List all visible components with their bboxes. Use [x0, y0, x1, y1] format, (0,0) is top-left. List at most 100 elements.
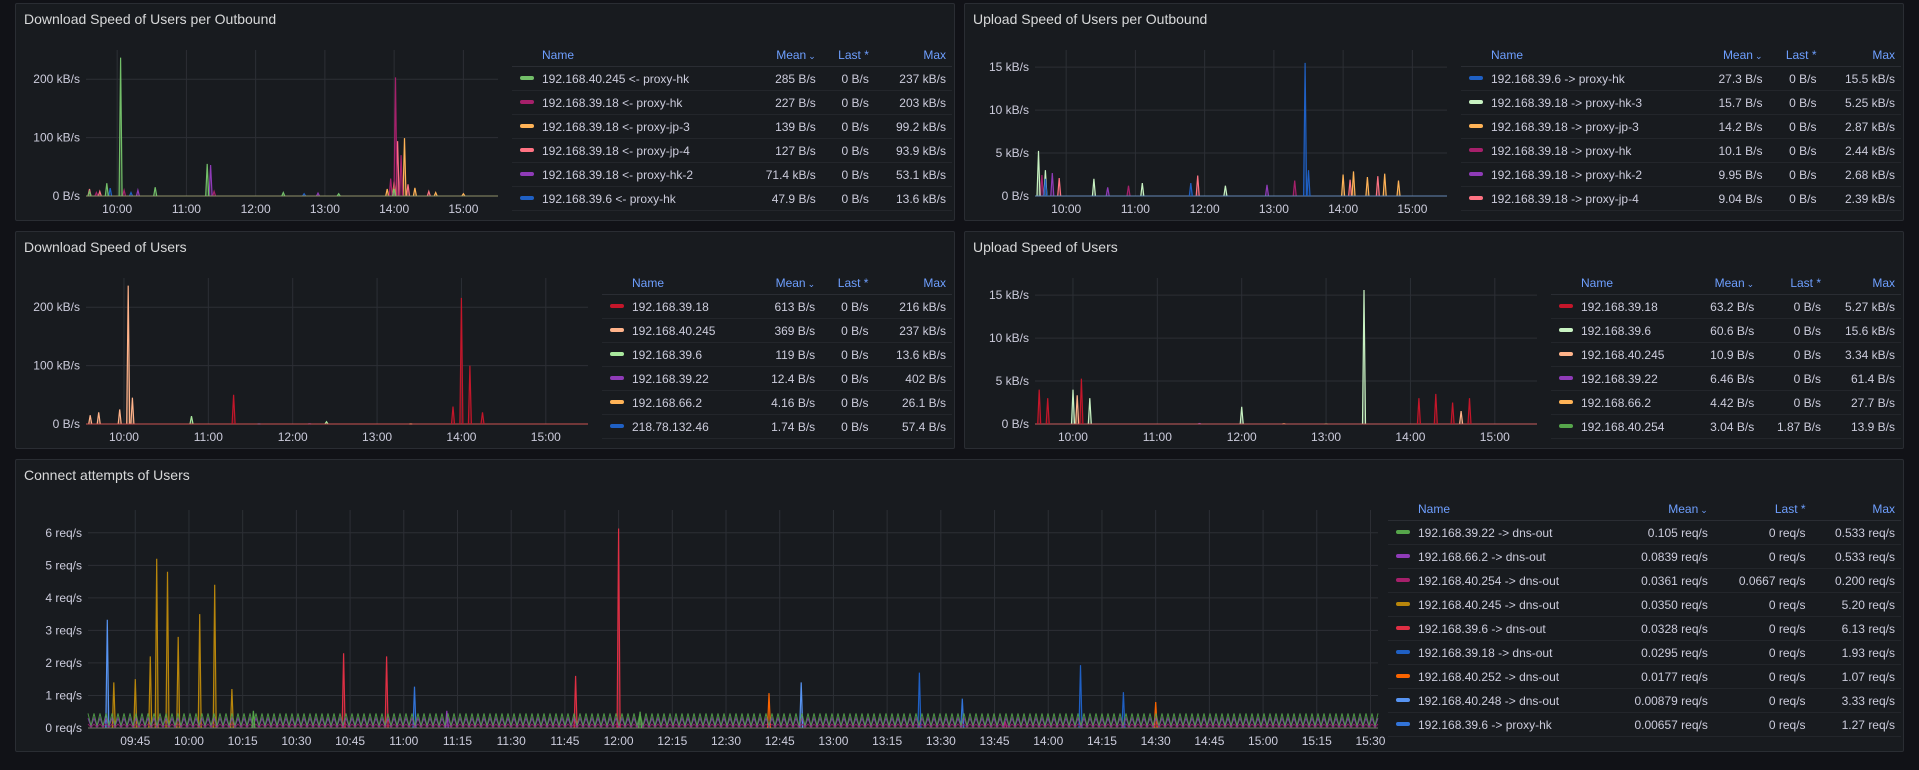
timeseries-plot[interactable]: 0 B/s 100 kB/s 200 kB/s 10:00 11:00 12:00 13:0… — [16, 268, 596, 446]
legend-column-name[interactable]: Name — [1461, 44, 1698, 67]
legend-row[interactable]: 192.168.66.2 4.42 B/s 0 B/s 27.7 B/s — [1551, 390, 1901, 415]
series-name-cell[interactable]: 192.168.39.18 <- proxy-hk — [512, 90, 745, 115]
timeseries-plot[interactable]: 0 B/s 100 kB/s 200 kB/s 10:00 11:00 12:00 13:0… — [16, 40, 506, 218]
legend-column-mean[interactable]: Mean ⌄ — [1693, 272, 1761, 295]
series-color-swatch[interactable] — [1469, 172, 1483, 177]
series-color-swatch[interactable] — [1396, 578, 1410, 583]
series-color-swatch[interactable] — [520, 100, 534, 105]
legend-column-mean[interactable]: Mean ⌄ — [1697, 44, 1769, 67]
legend-row[interactable]: 192.168.39.18 613 B/s 0 B/s 216 kB/s — [602, 294, 952, 319]
legend-column-max[interactable]: Max — [1827, 272, 1901, 295]
legend-row[interactable]: 192.168.40.245 -> dns-out 0.0350 req/s 0 r… — [1388, 592, 1901, 617]
series-color-swatch[interactable] — [1396, 554, 1410, 559]
series-name-cell[interactable]: 192.168.40.245 <- proxy-hk — [512, 66, 745, 91]
series-color-swatch[interactable] — [520, 148, 534, 153]
series-color-swatch[interactable] — [1469, 76, 1483, 81]
series-name-cell[interactable]: 192.168.39.6 -> proxy-hk — [1388, 712, 1608, 737]
series-color-swatch[interactable] — [1559, 304, 1573, 309]
panel-title[interactable]: Upload Speed of Users per Outbound — [973, 11, 1207, 27]
legend-row[interactable]: 192.168.39.18 -> proxy-hk 10.1 B/s 0 B/s 2.… — [1461, 138, 1901, 163]
series-name-cell[interactable]: 192.168.40.248 -> dns-out — [1388, 688, 1608, 713]
series-color-swatch[interactable] — [1469, 124, 1483, 129]
series-name-cell[interactable]: 192.168.40.245 — [1551, 342, 1694, 367]
legend-column-name[interactable]: Name — [1388, 498, 1608, 521]
series-name-cell[interactable]: 192.168.39.6 — [1551, 318, 1694, 343]
series-name-cell[interactable]: 192.168.39.6 — [602, 342, 752, 367]
series-name-cell[interactable]: 192.168.39.18 -> proxy-jp-3 — [1461, 114, 1698, 139]
series-color-swatch[interactable] — [610, 400, 624, 405]
series-name-cell[interactable]: 192.168.39.18 <- proxy-hk-2 — [512, 162, 745, 187]
series-color-swatch[interactable] — [1396, 674, 1410, 679]
series-name-cell[interactable]: 218.78.132.46 — [602, 414, 752, 439]
series-color-swatch[interactable] — [520, 76, 534, 81]
series-color-swatch[interactable] — [610, 352, 624, 357]
legend-row[interactable]: 192.168.39.18 <- proxy-jp-3 139 B/s 0 B/s 9… — [512, 114, 952, 139]
series-color-swatch[interactable] — [1559, 424, 1573, 429]
legend-column-max[interactable]: Max — [874, 44, 952, 67]
series-color-swatch[interactable] — [1469, 196, 1483, 201]
legend-row[interactable]: 192.168.39.18 -> proxy-jp-4 9.04 B/s 0 B/s… — [1461, 186, 1901, 211]
series-color-swatch[interactable] — [610, 376, 624, 381]
legend-column-last[interactable]: Last * — [1768, 44, 1823, 67]
panel-title[interactable]: Connect attempts of Users — [24, 467, 190, 483]
legend-column-last[interactable]: Last * — [821, 272, 875, 295]
legend-row[interactable]: 192.168.39.18 -> dns-out 0.0295 req/s 0 re… — [1388, 640, 1901, 665]
legend-row[interactable]: 192.168.39.18 -> proxy-hk-3 15.7 B/s 0 B/s… — [1461, 90, 1901, 115]
series-name-cell[interactable]: 192.168.39.18 — [1551, 294, 1694, 319]
series-name-cell[interactable]: 192.168.66.2 -> dns-out — [1388, 544, 1608, 569]
series-color-swatch[interactable] — [1469, 100, 1483, 105]
legend-column-name[interactable]: Name — [1551, 272, 1694, 295]
legend-row[interactable]: 192.168.39.22 -> dns-out 0.105 req/s 0 req… — [1388, 520, 1901, 545]
series-name-cell[interactable]: 192.168.39.18 <- proxy-jp-4 — [512, 138, 745, 163]
legend-column-name[interactable]: Name — [512, 44, 745, 67]
series-name-cell[interactable]: 192.168.39.22 -> dns-out — [1388, 520, 1608, 545]
series-name-cell[interactable]: 192.168.39.18 -> proxy-hk — [1461, 138, 1698, 163]
series-color-swatch[interactable] — [1396, 602, 1410, 607]
series-name-cell[interactable]: 192.168.39.18 <- proxy-jp-3 — [512, 114, 745, 139]
series-color-swatch[interactable] — [1396, 530, 1410, 535]
legend-column-mean[interactable]: Mean ⌄ — [751, 272, 822, 295]
series-name-cell[interactable]: 192.168.39.18 -> proxy-hk-2 — [1461, 162, 1698, 187]
series-color-swatch[interactable] — [1559, 400, 1573, 405]
legend-row[interactable]: 192.168.40.248 -> dns-out 0.00879 req/s 0 … — [1388, 688, 1901, 713]
timeseries-plot[interactable]: 0 B/s 5 kB/s 10 kB/s 15 kB/s 10:00 11:00 12:00… — [965, 268, 1545, 446]
series-name-cell[interactable]: 192.168.39.22 — [1551, 366, 1694, 391]
series-name-cell[interactable]: 192.168.39.6 <- proxy-hk — [512, 186, 745, 211]
series-name-cell[interactable]: 192.168.39.18 -> proxy-jp-4 — [1461, 186, 1698, 211]
series-name-cell[interactable]: 192.168.39.22 — [602, 366, 752, 391]
series-color-swatch[interactable] — [1396, 722, 1410, 727]
legend-row[interactable]: 192.168.39.18 -> proxy-hk-2 9.95 B/s 0 B/s… — [1461, 162, 1901, 187]
legend-row[interactable]: 192.168.39.6 119 B/s 0 B/s 13.6 kB/s — [602, 342, 952, 367]
series-name-cell[interactable]: 192.168.40.254 -> dns-out — [1388, 568, 1608, 593]
legend-row[interactable]: 192.168.40.252 -> dns-out 0.0177 req/s 0 r… — [1388, 664, 1901, 689]
legend-row[interactable]: 192.168.39.18 63.2 B/s 0 B/s 5.27 kB/s — [1551, 294, 1901, 319]
series-color-swatch[interactable] — [610, 304, 624, 309]
legend-row[interactable]: 192.168.39.18 <- proxy-hk 227 B/s 0 B/s 203… — [512, 90, 952, 115]
legend-row[interactable]: 192.168.66.2 -> dns-out 0.0839 req/s 0 req… — [1388, 544, 1901, 569]
legend-row[interactable]: 192.168.39.18 -> proxy-jp-3 14.2 B/s 0 B/s… — [1461, 114, 1901, 139]
legend-column-last[interactable]: Last * — [1760, 272, 1828, 295]
series-color-swatch[interactable] — [1396, 650, 1410, 655]
legend-row[interactable]: 192.168.39.18 <- proxy-jp-4 127 B/s 0 B/s 9… — [512, 138, 952, 163]
series-color-swatch[interactable] — [1469, 148, 1483, 153]
series-color-swatch[interactable] — [1396, 698, 1410, 703]
series-name-cell[interactable]: 192.168.39.6 -> proxy-hk — [1461, 66, 1698, 91]
legend-column-mean[interactable]: Mean ⌄ — [744, 44, 822, 67]
series-name-cell[interactable]: 192.168.39.18 -> dns-out — [1388, 640, 1608, 665]
legend-row[interactable]: 192.168.39.18 <- proxy-hk-2 71.4 kB/s 0 B/… — [512, 162, 952, 187]
panel-title[interactable]: Download Speed of Users per Outbound — [24, 11, 276, 27]
panel-title[interactable]: Upload Speed of Users — [973, 239, 1118, 255]
series-color-swatch[interactable] — [1559, 328, 1573, 333]
series-color-swatch[interactable] — [520, 172, 534, 177]
series-name-cell[interactable]: 192.168.40.252 -> dns-out — [1388, 664, 1608, 689]
series-color-swatch[interactable] — [1559, 376, 1573, 381]
series-name-cell[interactable]: 192.168.66.2 — [602, 390, 752, 415]
legend-row[interactable]: 192.168.39.22 6.46 B/s 0 B/s 61.4 B/s — [1551, 366, 1901, 391]
legend-column-max[interactable]: Max — [1811, 498, 1901, 521]
series-color-swatch[interactable] — [1559, 352, 1573, 357]
series-name-cell[interactable]: 192.168.39.18 — [602, 294, 752, 319]
legend-row[interactable]: 192.168.66.2 4.16 B/s 0 B/s 26.1 B/s — [602, 390, 952, 415]
legend-row[interactable]: 192.168.39.6 -> proxy-hk 0.00657 req/s 0 r… — [1388, 712, 1901, 737]
legend-row[interactable]: 192.168.39.6 60.6 B/s 0 B/s 15.6 kB/s — [1551, 318, 1901, 343]
legend-column-mean[interactable]: Mean ⌄ — [1607, 498, 1714, 521]
